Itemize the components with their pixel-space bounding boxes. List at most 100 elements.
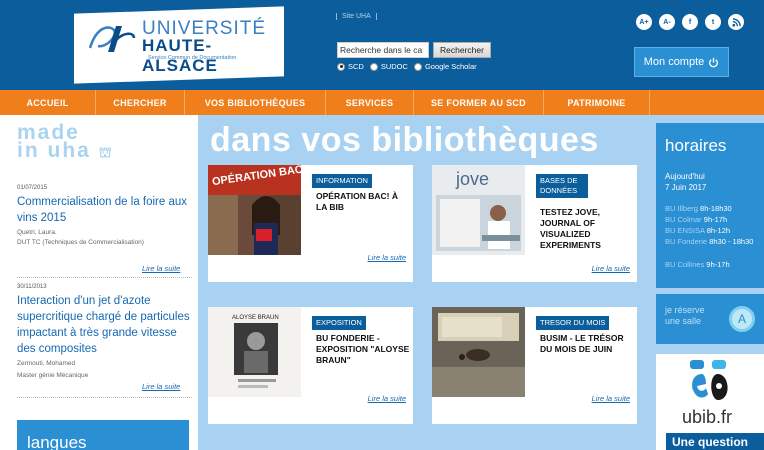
university-logo[interactable]: UNIVERSITÉ HAUTE-ALSACE Service Commun d… (86, 16, 286, 75)
site-header: UNIVERSITÉ HAUTE-ALSACE Service Commun d… (0, 0, 764, 90)
uha-logo-icon (88, 26, 136, 52)
news-read-more-link[interactable]: Lire la suite (142, 264, 180, 273)
card-title: TESTEZ JOVE, JOURNAL OF VISUALIZED EXPER… (540, 207, 601, 250)
reserve-text: je réserve une salle (665, 305, 705, 327)
hours-row[interactable]: BU ENSISA 8h-12h (665, 226, 760, 236)
reserve-line2: une salle (665, 316, 702, 326)
reserve-room-icon: A (729, 306, 755, 332)
right-sidebar: horaires Aujourd'hui 7 Juin 2017 BU Illb… (656, 115, 764, 450)
site-uha-link[interactable]: Site UHA (336, 13, 377, 20)
ubib-text: ubib.fr (682, 407, 733, 427)
top-icon-bar: A+ A- f t (636, 14, 744, 30)
opening-hours-panel: horaires Aujourd'hui 7 Juin 2017 BU Illb… (656, 123, 764, 288)
facebook-icon[interactable]: f (682, 14, 698, 30)
graduate-icon: ⛫ (98, 144, 114, 160)
card-title: OPÉRATION BAC! À LA BIB (316, 191, 399, 212)
reserve-room-button[interactable]: je réserve une salle A (656, 294, 764, 344)
hours-time: 9h-17h (706, 260, 730, 269)
logo-subtitle: Service Commun de Documentation (148, 55, 237, 61)
question-button[interactable]: Une question (666, 433, 764, 450)
rss-icon[interactable] (728, 14, 744, 30)
news-degree: Master génie Mécanique (17, 372, 89, 379)
made-line2-text: in uha (17, 139, 91, 162)
twitter-icon[interactable]: t (705, 14, 721, 30)
radio-sudoc[interactable] (369, 62, 378, 71)
made-in-uha-column (0, 115, 198, 450)
search-button[interactable]: Rechercher (433, 42, 491, 58)
news-card[interactable]: OPÉRATION BAC! INFORMATION OPÉRATION BAC… (208, 165, 413, 282)
card-read-more-link[interactable]: Lire la suite (592, 394, 630, 403)
nav-item-patrimoine[interactable]: PATRIMOINE (544, 90, 650, 115)
news-separator (17, 277, 192, 278)
hours-time: 8h30 - 18h30 (709, 237, 754, 246)
card-read-more-link[interactable]: Lire la suite (592, 264, 630, 273)
hours-row[interactable]: BU Fonderie 8h30 - 18h30 (665, 237, 760, 247)
hours-row[interactable]: BU Colmar 9h-17h (665, 215, 760, 225)
card-read-more-link[interactable]: Lire la suite (368, 253, 406, 262)
news-date: 01/07/2015 (17, 185, 48, 191)
news-card[interactable]: TRESOR DU MOIS BUSIM - LE TRÉSOR DU MOIS… (432, 307, 637, 424)
hours-location: BU Colmar (665, 215, 702, 224)
card-image-caption: jove (455, 169, 489, 189)
nav-item-accueil[interactable]: ACCUEIL (0, 90, 96, 115)
news-separator (17, 397, 192, 398)
news-card[interactable]: ALOYSE BRAUN EXPOSITION BU FONDERIE - EX… (208, 307, 413, 424)
hours-location: BU ENSISA (665, 226, 705, 235)
card-image-tresor (432, 307, 525, 397)
radio-google-scholar-label: Google Scholar (424, 62, 477, 71)
card-title: BUSIM - LE TRÉSOR DU MOIS DE JUIN (540, 333, 624, 354)
card-category-badge: TRESOR DU MOIS (536, 316, 610, 330)
news-read-more-link[interactable]: Lire la suite (142, 382, 180, 391)
news-author: Zermouti, Mohamed (17, 360, 76, 367)
news-title-link[interactable]: Interaction d'un jet d'azote supercritiq… (17, 293, 192, 357)
news-card[interactable]: jove BASES DE DONNÉES TESTEZ JOVE, JOURN… (432, 165, 637, 282)
hours-location: BU Collines (665, 260, 705, 269)
search-input[interactable] (337, 42, 429, 58)
card-image-aloyse-braun: ALOYSE BRAUN (208, 307, 301, 397)
made-line2: in uha ⛫ (17, 139, 114, 162)
radio-sudoc-label: SUDOC (380, 62, 408, 71)
radio-scd[interactable] (337, 62, 345, 71)
band-title: dans vos bibliothèques (210, 121, 599, 159)
font-decrease-icon[interactable]: A- (659, 14, 675, 30)
main-navigation: ACCUEIL CHERCHER VOS BIBLIOTHÈQUES SERVI… (0, 90, 764, 115)
card-read-more-link[interactable]: Lire la suite (368, 394, 406, 403)
news-degree: DUT TC (Techniques de Commercialisation) (17, 239, 144, 246)
news-author: Quetri, Laura. (17, 229, 57, 236)
card-category-badge: BASES DE DONNÉES (536, 174, 588, 198)
font-increase-icon[interactable]: A+ (636, 14, 652, 30)
nav-item-chercher[interactable]: CHERCHER (96, 90, 185, 115)
hours-time: 8h-18h30 (700, 204, 732, 213)
made-in-uha-heading: made in uha ⛫ (17, 122, 114, 162)
hours-row[interactable]: BU Illberg 8h-18h30 (665, 204, 760, 214)
nav-item-services[interactable]: SERVICES (326, 90, 414, 115)
radio-scd-label: SCD (348, 62, 364, 71)
account-button[interactable]: Mon compte (634, 47, 729, 77)
radio-google-scholar[interactable] (413, 62, 422, 71)
search-scope-options: SCD SUDOC Google Scholar (337, 62, 480, 71)
card-title: BU FONDERIE - EXPOSITION "ALOYSE BRAUN" (316, 333, 410, 365)
hours-time: 9h-17h (703, 215, 728, 224)
nav-item-se-former[interactable]: SE FORMER AU SCD (414, 90, 544, 115)
langues-section-heading[interactable]: langues (17, 420, 189, 450)
power-icon (709, 57, 719, 67)
news-title-link[interactable]: Commercialisation de la foire aux vins 2… (17, 194, 192, 226)
reserve-line1: je réserve (665, 305, 705, 315)
ubib-panel[interactable]: ubib.fr Une question (656, 354, 764, 450)
horaires-title: horaires (665, 136, 727, 155)
hours-time: 8h-12h (706, 226, 731, 235)
today-label: Aujourd'hui (665, 172, 705, 181)
card-image-caption: ALOYSE BRAUN (232, 315, 279, 321)
ubib-logo-icon (690, 360, 728, 400)
account-button-label: Mon compte (643, 56, 705, 68)
today-date: 7 Juin 2017 (665, 183, 707, 192)
hours-location: BU Fonderie (665, 237, 708, 246)
card-image-operation-bac: OPÉRATION BAC! (208, 165, 301, 255)
card-category-badge: EXPOSITION (312, 316, 366, 330)
hours-row[interactable]: BU Collines 9h-17h (665, 260, 760, 270)
card-category-badge: INFORMATION (312, 174, 372, 188)
nav-item-vos-bibliotheques[interactable]: VOS BIBLIOTHÈQUES (185, 90, 326, 115)
card-image-jove: jove (432, 165, 525, 255)
news-date: 30/11/2013 (17, 284, 47, 290)
hours-location: BU Illberg (665, 204, 698, 213)
